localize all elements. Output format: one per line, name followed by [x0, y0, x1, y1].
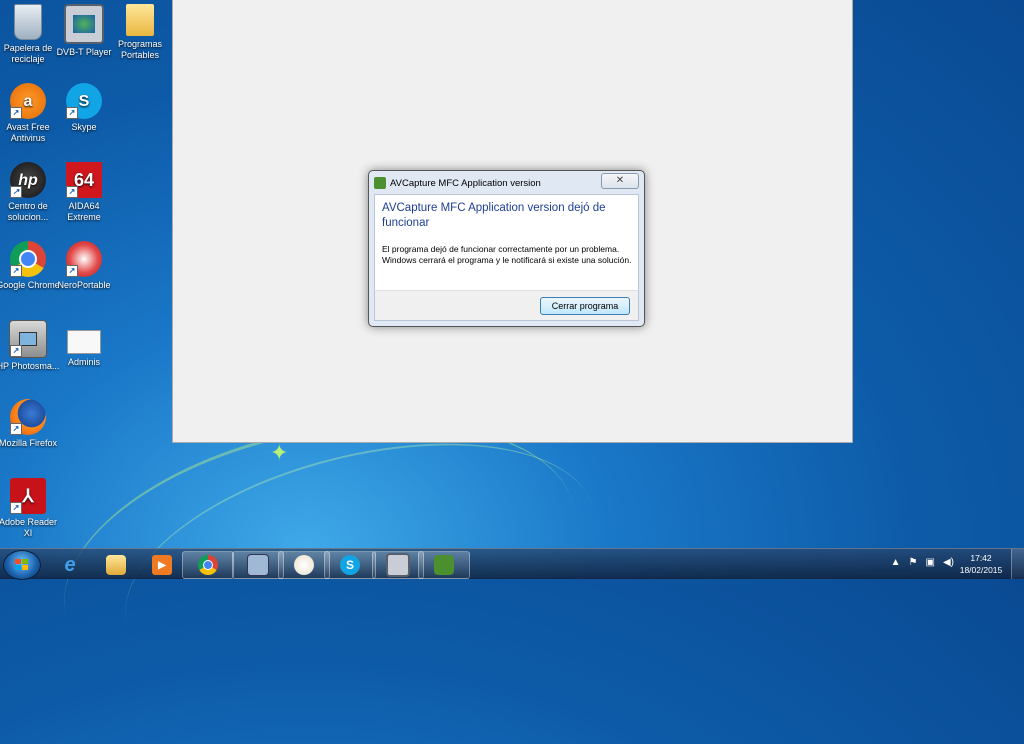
taskbar-internet-explorer[interactable]: e	[44, 551, 96, 579]
desktop-icon-avast[interactable]: a ↗ Avast Free Antivirus	[0, 83, 60, 144]
dvbt-player-icon	[64, 4, 104, 44]
paint-icon	[294, 555, 314, 575]
desktop-icon-label: DVB-T Player	[56, 47, 112, 57]
wallpaper-glow: ✦	[270, 440, 289, 465]
taskbar-avcapture[interactable]	[418, 551, 470, 579]
firefox-icon: ↗	[10, 399, 46, 435]
shortcut-arrow-icon: ↗	[66, 107, 78, 119]
taskbar-skype[interactable]: S	[324, 551, 376, 579]
desktop-icon-hp-photosmart[interactable]: ↗ HP Photosma...	[0, 320, 60, 372]
desktop-icon-label: Mozilla Firefox	[0, 438, 57, 448]
taskbar-chrome[interactable]	[182, 551, 234, 579]
close-button[interactable]: ✕	[601, 173, 639, 189]
desktop-icon-firefox[interactable]: ↗ Mozilla Firefox	[0, 399, 60, 449]
desktop-icon-neroportable[interactable]: ↗ NeroPortable	[52, 241, 116, 291]
taskbar-paint[interactable]	[278, 551, 330, 579]
shortcut-arrow-icon: ↗	[10, 186, 22, 198]
desktop-icon-dvbt-player[interactable]: DVB-T Player	[52, 4, 116, 58]
show-desktop-button[interactable]	[1011, 549, 1024, 579]
system-tray: ▲ ⚑ ▣ ◀)	[891, 557, 954, 571]
skype-icon: S	[340, 555, 360, 575]
error-dialog: AVCapture MFC Application version ✕ AVCa…	[368, 170, 645, 327]
desktop-icon-aida64[interactable]: 64 ↗ AIDA64 Extreme	[52, 162, 116, 223]
nero-icon: ↗	[66, 241, 102, 277]
clock-date: 18/02/2015	[959, 565, 1003, 575]
hp-photosmart-icon: ↗	[9, 320, 47, 358]
app-icon	[374, 177, 386, 189]
close-program-button[interactable]: Cerrar programa	[540, 297, 630, 315]
dialog-titlebar[interactable]: AVCapture MFC Application version	[374, 175, 604, 191]
taskbar: e ▶ S ▲ ⚑ ▣ ◀) 17:42 18/02/2015	[0, 548, 1024, 580]
windows-logo-icon	[15, 559, 29, 571]
desktop-icon-label: HP Photosma...	[0, 361, 60, 371]
hp-solution-center-icon: hp ↗	[10, 162, 46, 198]
action-center-flag-icon[interactable]: ⚑	[909, 557, 918, 571]
network-icon	[247, 554, 269, 576]
ie-icon: e	[64, 553, 76, 576]
avast-icon: a ↗	[10, 83, 46, 119]
folder-icon	[106, 555, 126, 575]
desktop-icon-label: Avast Free Antivirus	[6, 122, 50, 143]
adminis-icon	[67, 330, 101, 354]
close-icon: ✕	[615, 175, 625, 186]
desktop-icon-label: AIDA64 Extreme	[67, 201, 101, 222]
start-button[interactable]	[3, 550, 41, 580]
network-tray-icon[interactable]: ▣	[926, 557, 935, 571]
taskbar-media-player[interactable]: ▶	[136, 551, 188, 579]
desktop-icon-adminis[interactable]: Adminis	[52, 320, 116, 368]
volume-icon[interactable]: ◀)	[943, 557, 954, 571]
desktop-icon-programas-portables[interactable]: Programas Portables	[108, 4, 172, 61]
aida64-icon: 64 ↗	[66, 162, 102, 198]
shortcut-arrow-icon: ↗	[10, 502, 22, 514]
dialog-heading: AVCapture MFC Application version dejó d…	[382, 202, 606, 229]
clock-time: 17:42	[970, 553, 992, 563]
desktop-icon-label: NeroPortable	[57, 280, 111, 290]
dialog-body: AVCapture MFC Application version dejó d…	[374, 194, 639, 292]
show-hidden-icons-chevron-icon[interactable]: ▲	[891, 557, 901, 571]
shortcut-arrow-icon: ↗	[10, 107, 22, 119]
desktop-icon-label: Skype	[71, 122, 97, 132]
folder-icon	[126, 4, 154, 36]
dialog-title: AVCapture MFC Application version	[390, 177, 541, 189]
desktop-icon-label: Centro de solucion...	[7, 201, 49, 222]
chrome-icon: ↗	[10, 241, 46, 277]
taskbar-dvbt-player[interactable]	[372, 551, 424, 579]
adobe-reader-icon: ⅄ ↗	[10, 478, 46, 514]
desktop-icon-label: Papelera de reciclaje	[3, 43, 53, 64]
shortcut-arrow-icon: ↗	[66, 186, 78, 198]
desktop-icon-skype[interactable]: S ↗ Skype	[52, 83, 116, 133]
shortcut-arrow-icon: ↗	[10, 265, 22, 277]
desktop-icon-recycle-bin[interactable]: Papelera de reciclaje	[0, 4, 60, 65]
desktop-icon-chrome[interactable]: ↗ Google Chrome	[0, 241, 60, 291]
taskbar-network[interactable]	[232, 551, 284, 579]
desktop-icon-label: Programas Portables	[117, 39, 162, 60]
shortcut-arrow-icon: ↗	[10, 345, 22, 357]
avcapture-icon	[434, 555, 454, 575]
recycle-bin-icon	[14, 4, 42, 40]
clock[interactable]: 17:42 18/02/2015	[956, 552, 1006, 576]
desktop-icon-label: Adminis	[67, 357, 100, 367]
dvbt-player-icon	[386, 553, 410, 577]
dialog-footer: Cerrar programa	[374, 290, 639, 321]
shortcut-arrow-icon: ↗	[66, 265, 78, 277]
desktop-icon-label: Google Chrome	[0, 280, 60, 290]
skype-icon: S ↗	[66, 83, 102, 119]
dialog-message: El programa dejó de funcionar correctame…	[382, 244, 632, 265]
desktop-icon-hp-solution-center[interactable]: hp ↗ Centro de solucion...	[0, 162, 60, 223]
media-player-icon: ▶	[152, 555, 172, 575]
chrome-icon	[198, 555, 218, 575]
taskbar-explorer[interactable]	[90, 551, 142, 579]
desktop-icon-label: Adobe Reader XI	[0, 517, 58, 538]
shortcut-arrow-icon: ↗	[10, 423, 22, 435]
desktop-icon-adobe-reader[interactable]: ⅄ ↗ Adobe Reader XI	[0, 478, 60, 539]
